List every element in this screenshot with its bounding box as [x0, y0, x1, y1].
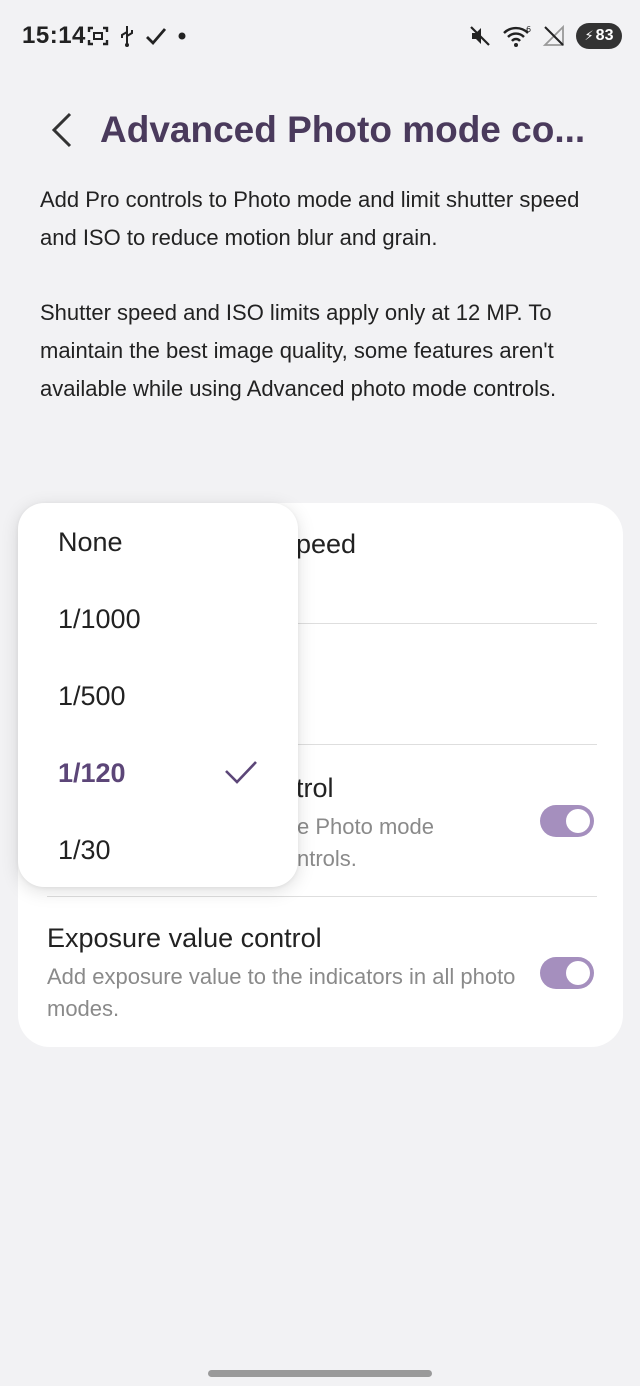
charging-icon: ⚡ — [584, 28, 594, 43]
status-bar: 15:14 6 ⚡ 83 — [0, 0, 640, 72]
description-paragraph-2: Shutter speed and ISO limits apply only … — [40, 300, 557, 401]
chevron-left-icon — [51, 112, 72, 148]
screenshot-icon — [87, 26, 109, 46]
status-left-icons — [86, 22, 188, 50]
dropdown-option-label: 1/30 — [58, 834, 111, 865]
dropdown-option-1-30[interactable]: 1/30 — [18, 815, 298, 885]
wifi-icon: 6 — [503, 25, 531, 47]
battery-level: 83 — [595, 27, 614, 44]
setting-title-pro-control: trol — [296, 773, 334, 803]
setting-title-exposure-value: Exposure value control — [47, 923, 322, 953]
exposure-value-toggle[interactable] — [540, 957, 594, 989]
setting-sub-pro-control-line-1: e Photo mode — [297, 814, 434, 839]
battery-icon: ⚡ 83 — [576, 23, 622, 49]
setting-sub-exposure-value: Add exposure value to the indicators in … — [47, 964, 516, 1021]
svg-text:6: 6 — [526, 25, 531, 34]
toggle-knob — [566, 961, 590, 985]
description-paragraph-1: Add Pro controls to Photo mode and limit… — [40, 187, 580, 250]
dropdown-option-label: 1/1000 — [58, 603, 141, 634]
mute-icon — [470, 26, 490, 46]
dropdown-option-1-1000[interactable]: 1/1000 — [18, 584, 298, 654]
back-button[interactable] — [40, 106, 84, 154]
checkmark-icon — [225, 761, 257, 784]
usb-icon — [121, 26, 133, 47]
dropdown-option-1-120[interactable]: 1/120 — [18, 738, 298, 808]
toggle-knob — [566, 809, 590, 833]
shutter-speed-dropdown: None 1/1000 1/500 1/120 1/30 — [18, 503, 298, 887]
dot-icon — [178, 32, 186, 40]
setting-title-shutter-speed: peed — [296, 529, 357, 559]
setting-row-exposure-value[interactable]: Exposure value control Add exposure valu… — [18, 897, 623, 1047]
dropdown-option-label: 1/120 — [58, 757, 126, 788]
status-right-icons: 6 ⚡ 83 — [468, 22, 622, 50]
setting-sub-pro-control-line-2: ntrols. — [297, 846, 357, 871]
home-gesture-bar[interactable] — [208, 1370, 432, 1377]
dropdown-option-none[interactable]: None — [18, 507, 298, 577]
check-icon — [146, 28, 167, 46]
dropdown-option-label: 1/500 — [58, 680, 126, 711]
dropdown-option-1-500[interactable]: 1/500 — [18, 661, 298, 731]
no-signal-icon — [542, 24, 564, 46]
page-title: Advanced Photo mode co... — [100, 109, 586, 150]
dropdown-option-label: None — [58, 526, 123, 557]
status-time: 15:14 — [22, 22, 86, 49]
pro-control-toggle[interactable] — [540, 805, 594, 837]
